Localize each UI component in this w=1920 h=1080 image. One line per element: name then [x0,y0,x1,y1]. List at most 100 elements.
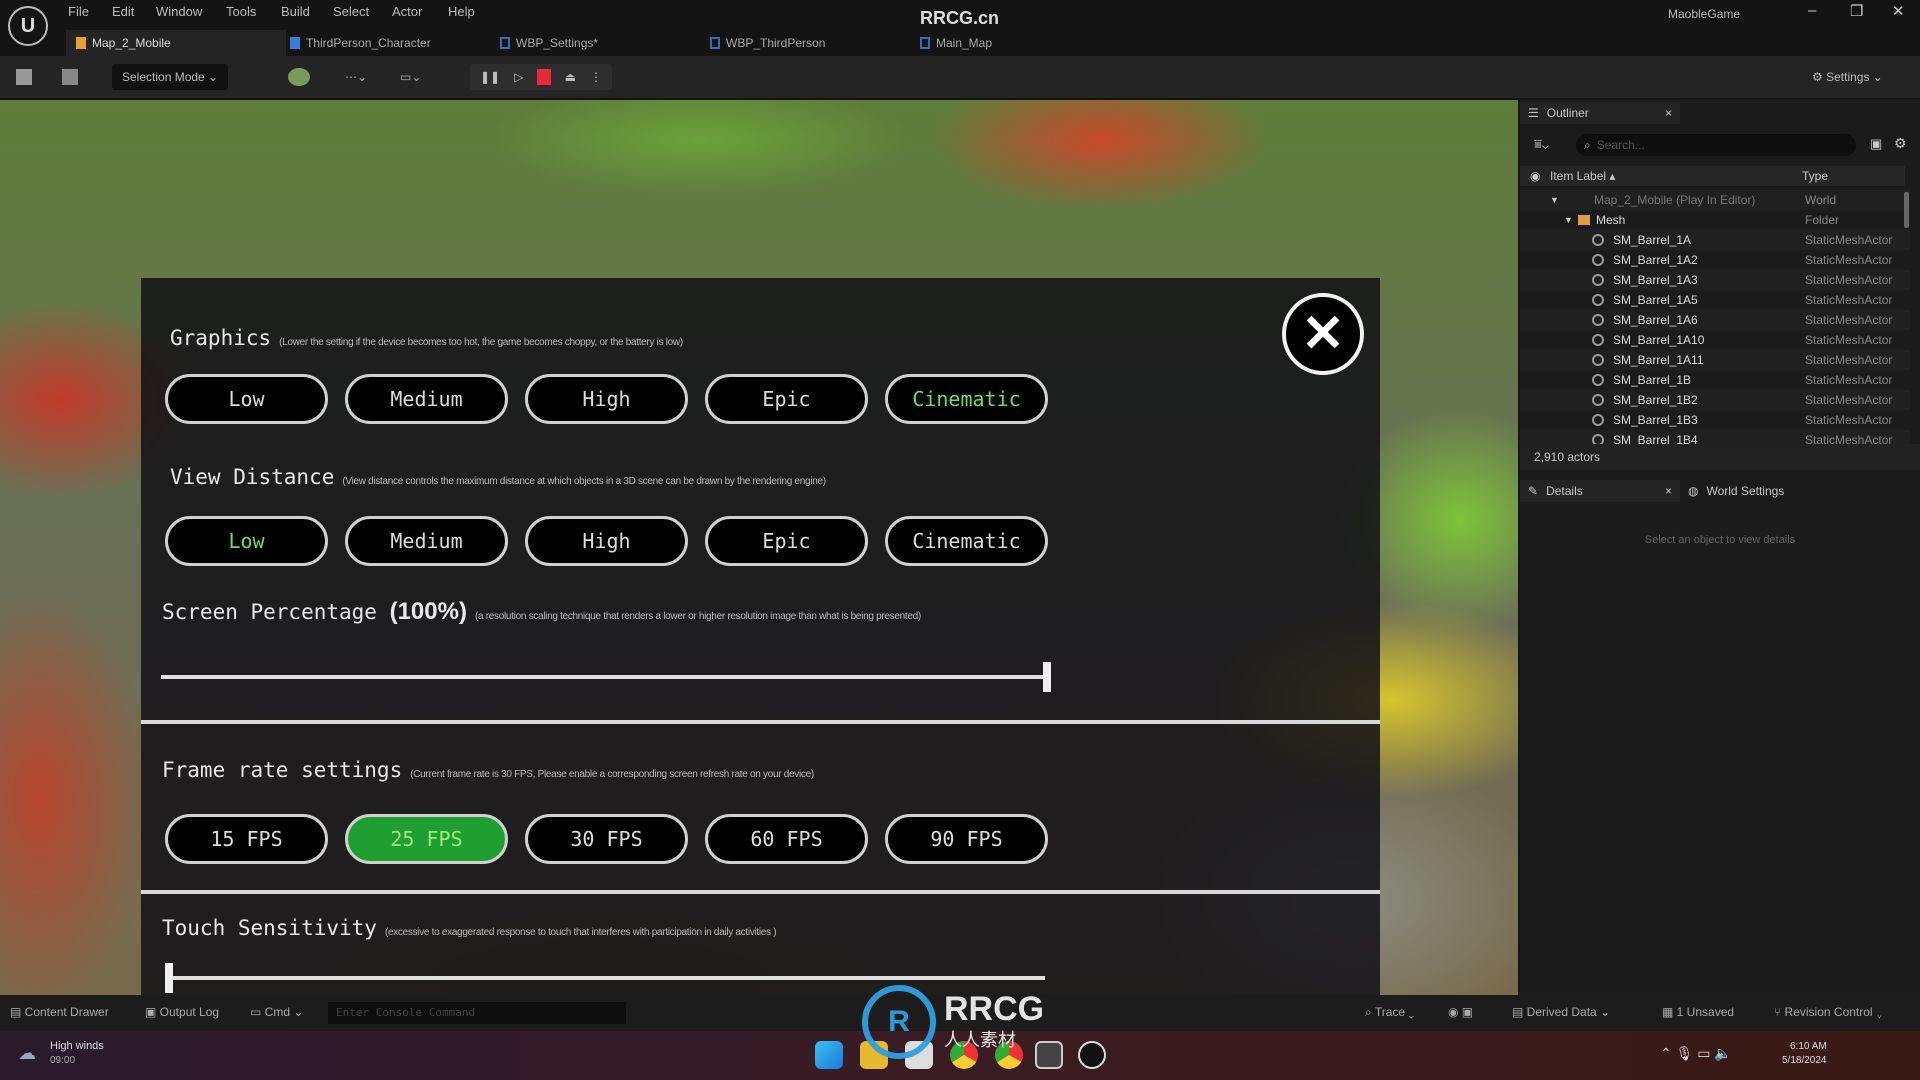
tab-thirdperson-character[interactable]: ThirdPerson_Character [280,30,441,56]
add-folder-icon[interactable]: ▣ [1870,136,1882,152]
derived-data-dropdown[interactable]: ▤ Derived Data ⌄ [1512,1005,1610,1019]
pause-icon[interactable]: ❚❚ [480,70,500,84]
fps-90-button[interactable]: 90 FPS [885,814,1048,864]
fps-25-button[interactable]: 25 FPS [345,814,508,864]
menu-select[interactable]: Select [333,4,369,19]
content-drawer-button[interactable]: ▤ Content Drawer [10,1005,109,1019]
close-details-button[interactable]: × [1665,484,1672,498]
tab-main-map[interactable]: Main_Map [910,30,1002,56]
view-distance-cinematic-button[interactable]: Cinematic [885,516,1048,566]
view-distance-low-button[interactable]: Low [165,516,328,566]
outliner-scrollbar[interactable] [1904,192,1909,228]
close-outliner-button[interactable]: × [1665,106,1672,120]
weather-text[interactable]: High winds [50,1040,104,1052]
column-item-label[interactable]: Item Label ▴ [1550,169,1615,183]
windows-start-icon[interactable] [815,1041,843,1069]
touch-sensitivity-note: (excessive to exaggerated response to to… [384,927,777,938]
settings-dropdown[interactable]: ⚙ Settings ⌄ [1812,64,1883,90]
screen-percentage-slider[interactable] [161,675,1049,679]
cmd-dropdown[interactable]: ▭ Cmd ⌄ [250,1005,303,1019]
tab-map-2-mobile[interactable]: Map_2_Mobile [66,30,286,56]
restore-button[interactable]: ❐ [1850,2,1863,20]
menu-edit[interactable]: Edit [112,4,134,19]
gear-icon[interactable]: ⚙ [1894,135,1907,152]
tray-icons[interactable]: ⌃ 🎙 ▭ 🔈 [1660,1045,1732,1062]
close-icon[interactable]: ✕ [1282,293,1364,375]
screen-percentage-title: Screen Percentage [162,600,377,624]
touch-sensitivity-slider[interactable] [165,976,1045,980]
outliner-row[interactable]: SM_Barrel_1A10 StaticMeshActor [1520,330,1910,350]
view-distance-high-button[interactable]: High [525,516,688,566]
stop-icon[interactable] [537,69,551,85]
close-window-button[interactable]: ✕ [1892,2,1905,20]
outliner-row[interactable]: SM_Barrel_1B3 StaticMeshActor [1520,410,1910,430]
eject-icon[interactable]: ⏏ [565,70,576,84]
screen-percentage-handle[interactable] [1043,662,1051,692]
outliner-tab-label: Outliner [1546,106,1589,120]
graphics-epic-button[interactable]: Epic [705,374,868,424]
outliner-row[interactable]: SM_Barrel_1B StaticMeshActor [1520,370,1910,390]
clock-time[interactable]: 6:10 AM [1790,1041,1827,1052]
tab-wbp-thirdperson[interactable]: WBP_ThirdPerson [700,30,835,56]
content-browser-icon[interactable] [62,69,78,85]
graphics-high-button[interactable]: High [525,374,688,424]
expand-arrow-icon[interactable]: ▼ [1564,215,1573,225]
outliner-row[interactable]: SM_Barrel_1B2 StaticMeshActor [1520,390,1910,410]
view-distance-medium-button[interactable]: Medium [345,516,508,566]
menu-help[interactable]: Help [448,4,475,19]
outliner-search-input[interactable]: ⌕ Search... [1576,134,1856,156]
outliner-row[interactable]: SM_Barrel_1A11 StaticMeshActor [1520,350,1910,370]
unsaved-button[interactable]: ▦ 1 Unsaved [1662,1005,1734,1019]
expand-arrow-icon[interactable]: ▼ [1550,195,1559,205]
graphics-cinematic-button[interactable]: Cinematic [885,374,1048,424]
outliner-row[interactable]: ▼ Mesh Folder [1520,210,1910,230]
column-type[interactable]: Type [1802,169,1828,183]
add-actor-icon[interactable] [288,68,310,86]
menu-window[interactable]: Window [156,4,202,19]
touch-sensitivity-handle[interactable] [165,963,173,993]
step-icon[interactable]: ▷ [514,70,523,84]
menu-file[interactable]: File [68,4,89,19]
menu-tools[interactable]: Tools [226,4,256,19]
outliner-row[interactable]: SM_Barrel_1A StaticMeshActor [1520,230,1910,250]
unreal-logo[interactable]: U [8,6,48,46]
selection-mode-dropdown[interactable]: Selection Mode ⌄ [112,64,229,90]
tab-wbp-settings[interactable]: WBP_Settings* [490,30,608,56]
fps-15-button[interactable]: 15 FPS [165,814,328,864]
clock-date[interactable]: 5/18/2024 [1782,1055,1827,1066]
outliner-row[interactable]: SM_Barrel_1A2 StaticMeshActor [1520,250,1910,270]
blueprint-icon[interactable]: ⋯⌄ [345,64,367,90]
outliner-tab[interactable]: ☰ Outliner × [1520,102,1680,124]
outliner-row[interactable]: SM_Barrel_1A5 StaticMeshActor [1520,290,1910,310]
watermark-brand: RRCG [944,990,1045,1028]
minimize-button[interactable]: – [1808,2,1816,19]
widget-icon [920,37,930,49]
graphics-medium-button[interactable]: Medium [345,374,508,424]
trace-dropdown[interactable]: ⌕ Trace ⌄ [1365,1005,1414,1020]
unreal-taskbar-icon[interactable] [1078,1041,1106,1069]
save-icon[interactable] [16,69,32,85]
record-icons[interactable]: ◉ ▣ [1448,1005,1473,1019]
world-settings-tab[interactable]: ◍ World Settings [1688,480,1784,502]
graphics-low-button[interactable]: Low [165,374,328,424]
outliner-icon: ☰ [1528,106,1539,120]
output-log-button[interactable]: ▣ Output Log [145,1005,219,1019]
details-tab[interactable]: ✎ Details × [1520,480,1680,502]
view-distance-epic-button[interactable]: Epic [705,516,868,566]
outliner-row[interactable]: SM_Barrel_1A3 StaticMeshActor [1520,270,1910,290]
game-viewport[interactable]: ✕ Graphics (Lower the setting if the devi… [0,100,1518,995]
outliner-row[interactable]: ▼ Map_2_Mobile (Play In Editor) World [1520,190,1910,210]
character-icon [290,37,300,49]
menu-build[interactable]: Build [281,4,310,19]
row-label: Mesh [1596,213,1626,227]
revision-control-dropdown[interactable]: ⑂ Revision Control ⌄ [1774,1005,1883,1019]
visibility-icon[interactable]: ◉ [1530,169,1540,183]
menu-actor[interactable]: Actor [392,4,422,19]
outliner-row[interactable]: SM_Barrel_1A6 StaticMeshActor [1520,310,1910,330]
more-icon[interactable]: ⋮ [590,70,602,84]
filter-icon[interactable]: ⩸⌄ [1534,136,1549,152]
cinematics-icon[interactable]: ▭⌄ [400,64,421,90]
fps-60-button[interactable]: 60 FPS [705,814,868,864]
fps-30-button[interactable]: 30 FPS [525,814,688,864]
console-command-input[interactable]: Enter Console Command [328,1002,626,1024]
